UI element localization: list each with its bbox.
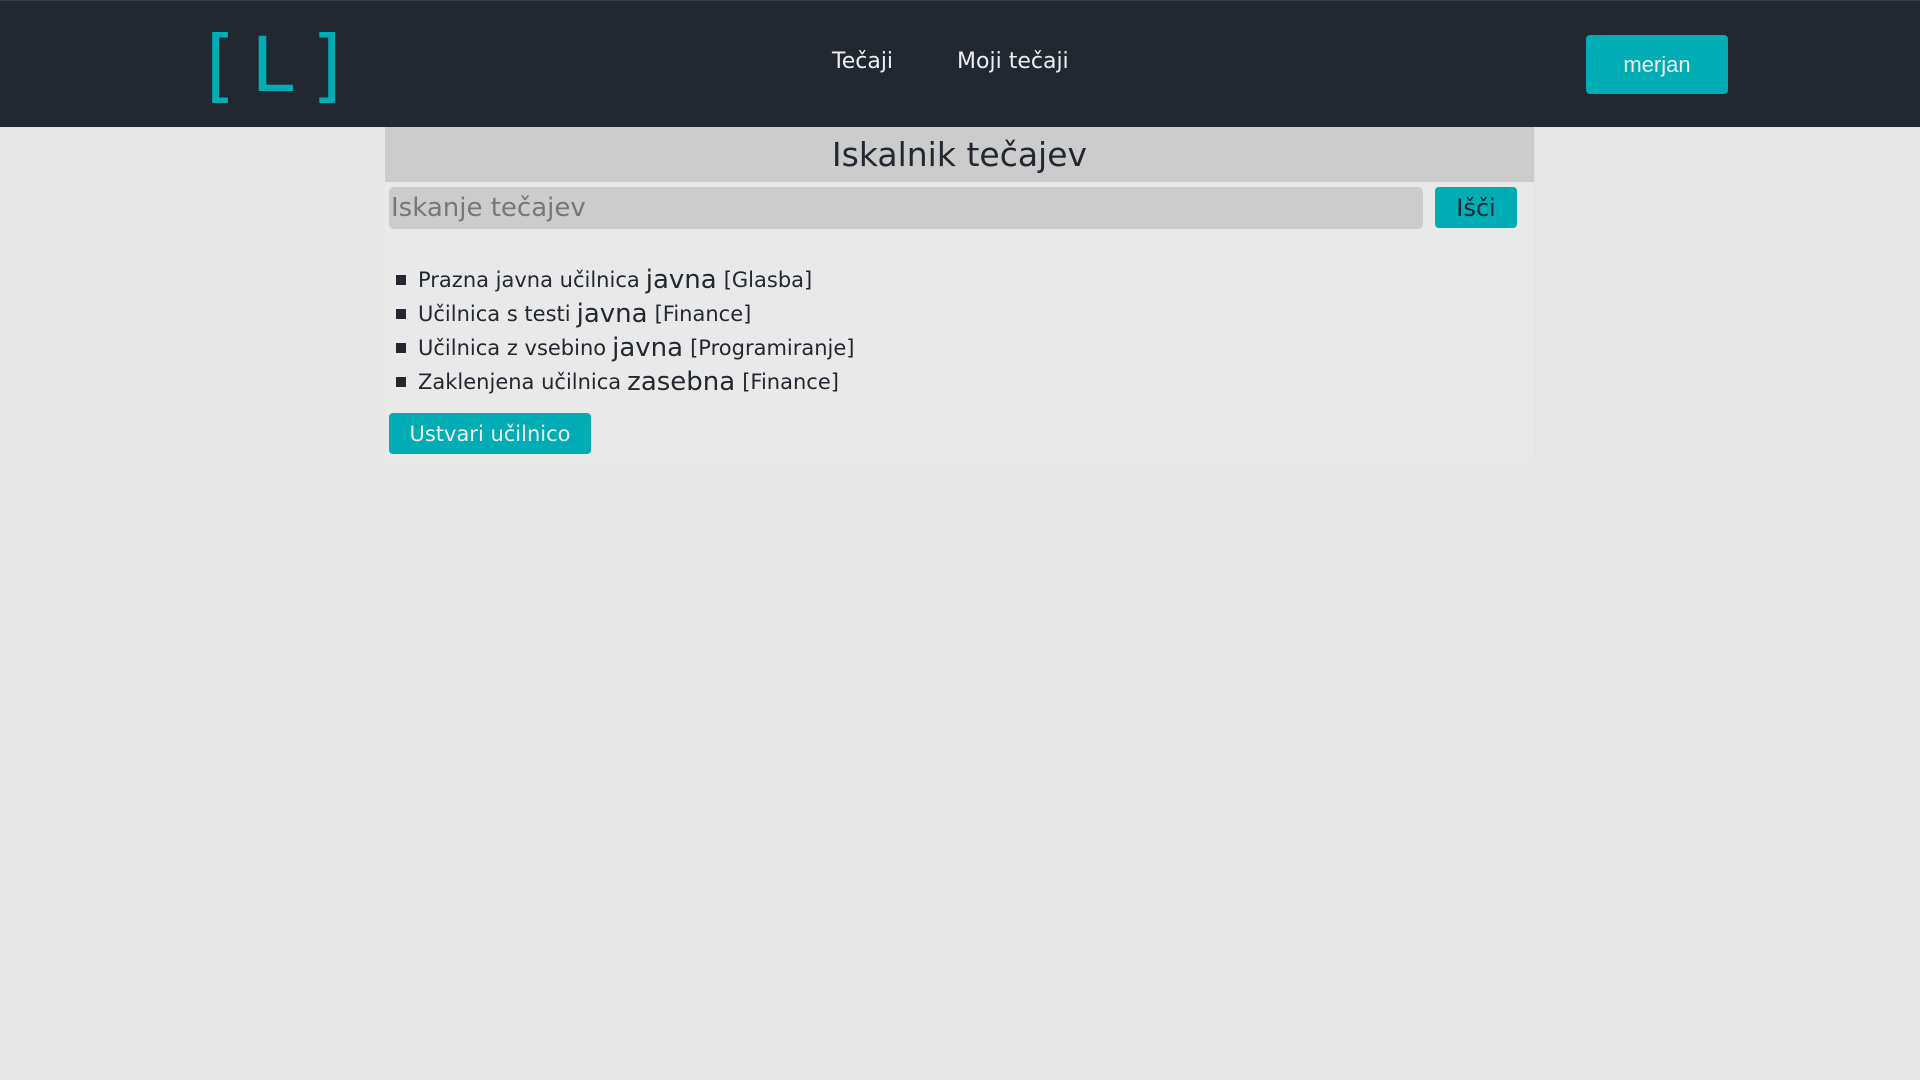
logo-right-bracket: ] [306,17,355,112]
course-category: [Glasba] [723,268,813,292]
course-list-item[interactable]: Zaklenjena učilnica zasebna [Finance] [396,365,855,399]
course-name: Zaklenjena učilnica [418,370,622,394]
course-name: Prazna javna učilnica [418,268,640,292]
course-name: Učilnica z vsebino [418,336,607,360]
course-visibility: zasebna [627,367,736,397]
logo-letter: L [250,20,299,109]
logo[interactable]: [ L ] [195,17,355,112]
course-visibility: javna [645,265,717,295]
create-classroom-button[interactable]: Ustvari učilnico [389,413,591,454]
search-row: Išči [389,187,1521,229]
bullet-square-icon [396,343,406,353]
search-input[interactable] [389,187,1423,229]
course-search-panel: Iskalnik tečajev Išči Prazna javna učiln… [385,127,1535,457]
course-list-item[interactable]: Učilnica s testi javna [Finance] [396,297,855,331]
user-menu-button[interactable]: merjan [1586,35,1728,94]
course-category: [Finance] [742,370,839,394]
course-name: Učilnica s testi [418,302,571,326]
course-category: [Finance] [654,302,752,326]
nav-my-courses-link[interactable]: Moji tečaji [957,49,1069,74]
bullet-square-icon [396,275,406,285]
course-category: [Programiranje] [690,336,855,360]
logo-left-bracket: [ [195,17,243,112]
course-list-item[interactable]: Učilnica z vsebino javna [Programiranje] [396,331,855,365]
nav-courses-link[interactable]: Tečaji [832,49,893,74]
page-title: Iskalnik tečajev [385,127,1534,182]
course-visibility: javna [576,299,648,329]
main-nav: Tečaji Moji tečaji [832,49,1069,74]
course-list-item[interactable]: Prazna javna učilnica javna [Glasba] [396,263,855,297]
course-list: Prazna javna učilnica javna [Glasba] Uči… [396,263,855,399]
bullet-square-icon [396,377,406,387]
bullet-square-icon [396,309,406,319]
navbar: [ L ] Tečaji Moji tečaji merjan [0,0,1920,127]
search-button[interactable]: Išči [1435,187,1517,228]
course-visibility: javna [612,333,684,363]
